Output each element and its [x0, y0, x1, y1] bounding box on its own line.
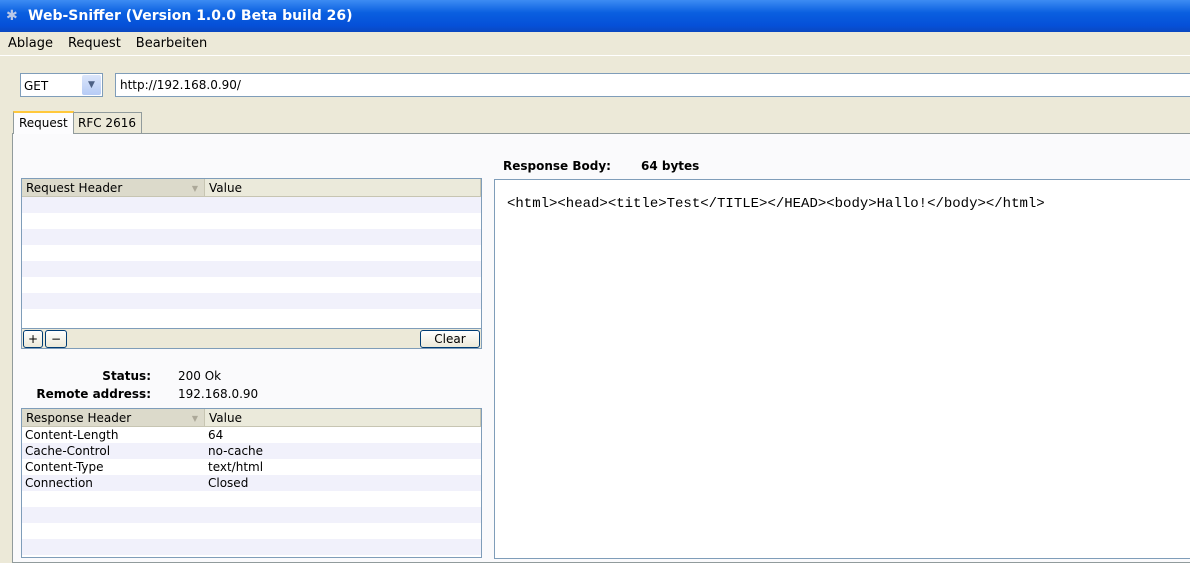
- table-row[interactable]: Content-Type text/html: [22, 459, 481, 475]
- status-label: Status:: [102, 369, 151, 383]
- menu-ablage[interactable]: Ablage: [8, 36, 53, 51]
- table-row[interactable]: Connection Closed: [22, 475, 481, 491]
- method-select[interactable]: GET ▼: [20, 73, 103, 97]
- column-value[interactable]: Value: [205, 409, 481, 426]
- tab-rfc-2616[interactable]: RFC 2616: [72, 112, 142, 134]
- tab-request[interactable]: Request: [13, 111, 74, 134]
- remove-header-button[interactable]: −: [45, 330, 67, 348]
- response-header-table: Response Header ▼ Value Content-Length 64 C…: [21, 408, 482, 558]
- sort-icon: ▼: [191, 184, 198, 193]
- column-response-header[interactable]: Response Header ▼: [22, 409, 205, 426]
- remote-address-value: 192.168.0.90: [178, 387, 259, 401]
- response-body-size: 64 bytes: [641, 159, 700, 173]
- window-title: Web-Sniffer (Version 1.0.0 Beta build 26…: [28, 8, 353, 24]
- response-body-text[interactable]: <html><head><title>Test</TITLE></HEAD><b…: [494, 179, 1190, 559]
- remote-address-label: Remote address:: [36, 387, 151, 401]
- app-icon: ✱: [6, 8, 18, 24]
- add-header-button[interactable]: +: [23, 330, 43, 348]
- chevron-down-icon[interactable]: ▼: [82, 75, 101, 95]
- column-request-header[interactable]: Request Header ▼: [22, 179, 205, 196]
- menu-bar: Ablage Request Bearbeiten: [0, 32, 1190, 56]
- title-bar: ✱ Web-Sniffer (Version 1.0.0 Beta build 2…: [0, 0, 1190, 32]
- column-value[interactable]: Value: [205, 179, 481, 196]
- sort-icon: ▼: [191, 414, 198, 423]
- menu-request[interactable]: Request: [68, 36, 121, 51]
- menu-bearbeiten[interactable]: Bearbeiten: [136, 36, 207, 51]
- status-value: 200 Ok: [178, 369, 222, 383]
- clear-button[interactable]: Clear: [420, 330, 480, 348]
- method-value: GET: [24, 79, 49, 93]
- request-header-table: Request Header ▼ Value + − Clear: [21, 178, 482, 349]
- table-row[interactable]: Cache-Control no-cache: [22, 443, 481, 459]
- table-row[interactable]: Content-Length 64: [22, 427, 481, 443]
- response-body-label: Response Body:: [503, 159, 611, 173]
- url-input[interactable]: http://192.168.0.90/: [115, 73, 1190, 97]
